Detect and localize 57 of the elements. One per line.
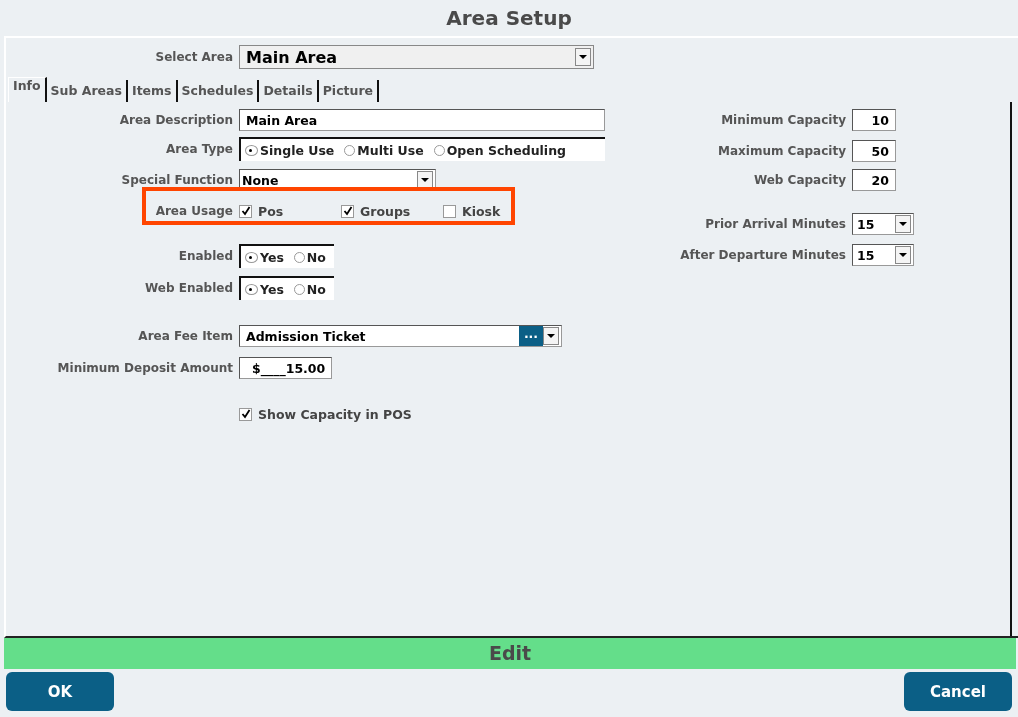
field-label: Enabled bbox=[177, 249, 234, 263]
radio-button[interactable] bbox=[344, 144, 356, 156]
dropdown[interactable]: 15 bbox=[852, 213, 914, 235]
field-label: Select Area bbox=[154, 50, 234, 64]
checkbox[interactable] bbox=[443, 204, 456, 218]
tab[interactable]: Info bbox=[8, 77, 47, 102]
radio-option[interactable]: No bbox=[293, 281, 326, 297]
radio-button[interactable] bbox=[293, 251, 305, 263]
browse-button[interactable]: ... bbox=[519, 326, 543, 346]
radio-button[interactable] bbox=[245, 144, 258, 156]
number-field[interactable]: 10 bbox=[852, 109, 896, 131]
tab[interactable]: Sub Areas bbox=[46, 80, 128, 102]
field-label: Special Function bbox=[120, 173, 234, 187]
number-field[interactable]: 20 bbox=[852, 169, 896, 191]
checkbox-option[interactable]: Groups bbox=[341, 203, 443, 219]
tab[interactable]: Schedules bbox=[177, 80, 260, 102]
field-label: Minimum Capacity bbox=[720, 113, 847, 127]
checkbox-option[interactable]: Kiosk bbox=[443, 203, 545, 219]
field-label: Web Capacity bbox=[752, 173, 847, 187]
radio-option[interactable]: Open Scheduling bbox=[433, 142, 566, 158]
checkbox-option[interactable]: Pos bbox=[239, 203, 341, 219]
radio-option[interactable]: Multi Use bbox=[344, 142, 424, 158]
field-label: Minimum Deposit Amount bbox=[56, 361, 234, 375]
dropdown[interactable]: 15 bbox=[852, 244, 914, 266]
radio-button[interactable] bbox=[433, 144, 445, 156]
radio-option[interactable]: No bbox=[293, 249, 326, 265]
tab[interactable]: Picture bbox=[318, 80, 380, 102]
radio-button[interactable] bbox=[245, 283, 258, 295]
field-label: Area Type bbox=[165, 142, 234, 156]
checkbox-option[interactable]: Show Capacity in POS bbox=[239, 406, 412, 422]
amount-field[interactable]: $____15.00 bbox=[239, 357, 332, 379]
number-field[interactable]: 50 bbox=[852, 140, 896, 162]
text-field[interactable]: Main Area bbox=[239, 109, 605, 131]
cancel-button[interactable]: Cancel bbox=[904, 672, 1012, 711]
lookup-dropdown[interactable]: Admission Ticket ... bbox=[239, 325, 562, 347]
checkbox[interactable] bbox=[239, 204, 252, 218]
window-title: Area Setup bbox=[445, 5, 573, 32]
radio-option[interactable]: Single Use bbox=[245, 142, 335, 158]
tab[interactable]: Details bbox=[259, 80, 319, 102]
checkbox[interactable] bbox=[239, 407, 252, 421]
checkbox[interactable] bbox=[341, 204, 354, 218]
field-label: Prior Arrival Minutes bbox=[704, 217, 847, 231]
field-label: Area Usage bbox=[154, 204, 234, 218]
dropdown-value: Main Area bbox=[246, 47, 338, 67]
mode-bar: Edit bbox=[4, 638, 1016, 669]
radio-option[interactable]: Yes bbox=[245, 281, 284, 297]
field-label: Web Enabled bbox=[144, 281, 234, 295]
radio-button[interactable] bbox=[293, 283, 305, 295]
area-dropdown[interactable]: Main Area bbox=[239, 45, 594, 69]
radio-button[interactable] bbox=[245, 251, 258, 263]
tab[interactable]: Items bbox=[128, 80, 178, 102]
field-label: After Departure Minutes bbox=[679, 248, 847, 262]
ok-button[interactable]: OK bbox=[6, 672, 114, 711]
field-label: Maximum Capacity bbox=[717, 144, 847, 158]
field-label: Area Fee Item bbox=[137, 329, 234, 343]
field-label: Area Description bbox=[118, 113, 234, 127]
radio-option[interactable]: Yes bbox=[245, 249, 284, 265]
